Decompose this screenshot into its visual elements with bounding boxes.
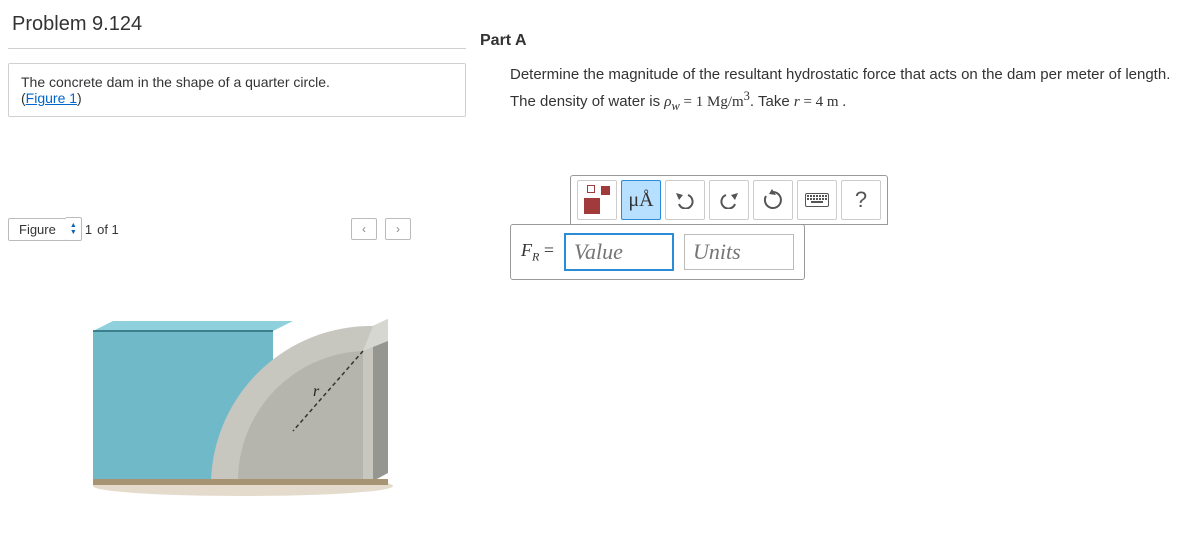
- undo-button[interactable]: [665, 180, 705, 220]
- help-icon: ?: [855, 187, 867, 213]
- problem-description: The concrete dam in the shape of a quart…: [8, 63, 466, 117]
- redo-button[interactable]: [709, 180, 749, 220]
- keyboard-button[interactable]: [797, 180, 837, 220]
- undo-icon: [674, 191, 696, 209]
- answer-input-row: FR =: [510, 224, 805, 280]
- figure-current: 1: [85, 222, 92, 237]
- answer-area: μÅ: [510, 175, 1180, 280]
- figure-of: of 1: [97, 222, 119, 237]
- part-a-heading: Part A: [480, 32, 1180, 50]
- template-tool-button[interactable]: [577, 180, 617, 220]
- template-icon: [580, 183, 614, 217]
- figure-diagram: r: [8, 291, 466, 514]
- figure-stepper[interactable]: ▲ ▼: [66, 217, 82, 241]
- keyboard-icon: [805, 193, 829, 207]
- figure-toolbar: Figure ▲ ▼ 1 of 1 ‹ ›: [8, 217, 466, 241]
- description-text: The concrete dam in the shape of a quart…: [21, 74, 330, 90]
- radius-label: r: [313, 383, 320, 400]
- special-chars-label: μÅ: [628, 189, 653, 212]
- stepper-up-icon[interactable]: ▲: [66, 222, 81, 229]
- problem-title: Problem 9.124: [8, 8, 466, 49]
- figure-link[interactable]: Figure 1: [26, 90, 77, 106]
- reset-icon: [762, 189, 784, 211]
- reset-button[interactable]: [753, 180, 793, 220]
- stepper-down-icon[interactable]: ▼: [66, 229, 81, 236]
- units-input[interactable]: [684, 234, 794, 270]
- answer-lhs: FR =: [521, 240, 554, 265]
- help-button[interactable]: ?: [841, 180, 881, 220]
- answer-toolbar: μÅ: [570, 175, 888, 225]
- value-input[interactable]: [564, 233, 674, 271]
- figure-label: Figure: [8, 218, 67, 241]
- part-a-question: Determine the magnitude of the resultant…: [480, 64, 1180, 115]
- next-figure-button[interactable]: ›: [385, 218, 411, 240]
- special-chars-button[interactable]: μÅ: [621, 180, 661, 220]
- prev-figure-button[interactable]: ‹: [351, 218, 377, 240]
- redo-icon: [718, 191, 740, 209]
